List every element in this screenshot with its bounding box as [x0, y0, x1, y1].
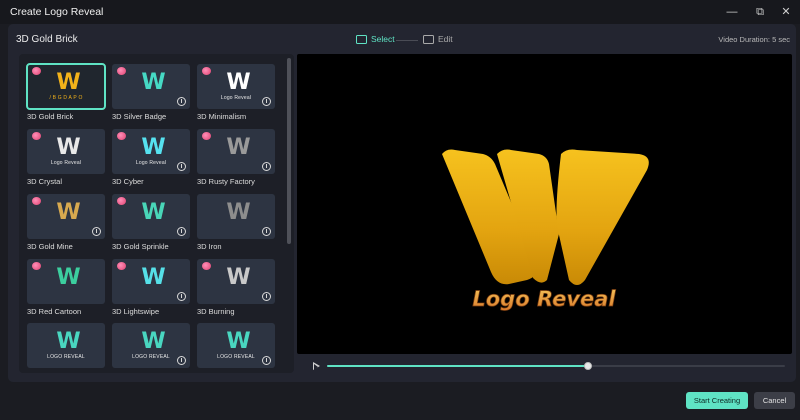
logo-reveal-text: Logo Reveal	[472, 287, 616, 311]
step-edit[interactable]: Edit	[423, 34, 453, 44]
download-icon[interactable]	[92, 227, 101, 236]
premium-gem-icon	[32, 67, 41, 75]
premium-gem-icon	[117, 67, 126, 75]
template-logo-icon: W	[226, 200, 250, 225]
template-tile[interactable]: W	[197, 129, 275, 174]
progress-thumb[interactable]	[584, 362, 593, 370]
premium-gem-icon	[32, 262, 41, 270]
step-connector	[396, 40, 418, 41]
logo-reveal-graphic: Logo Reveal	[442, 149, 649, 311]
template-tile[interactable]: W	[197, 259, 275, 304]
template-logo-icon: W	[141, 200, 165, 225]
restore-icon[interactable]: ⧉	[752, 4, 768, 20]
template-name-label: 3D Minimalism	[197, 112, 247, 121]
template-logo-icon: W	[141, 329, 165, 354]
template-logo-icon: W	[226, 329, 250, 354]
template-logo-icon: W	[226, 135, 250, 160]
start-creating-button[interactable]: Start Creating	[686, 392, 748, 409]
premium-gem-icon	[32, 197, 41, 205]
download-icon[interactable]	[262, 227, 271, 236]
premium-gem-icon	[117, 197, 126, 205]
premium-gem-icon	[202, 132, 211, 140]
template-name-label: 3D Crystal	[27, 177, 63, 186]
template-logo-icon: W	[56, 70, 80, 95]
premium-gem-icon	[202, 262, 211, 270]
template-logo-icon: W	[141, 265, 165, 290]
template-tile[interactable]: W Logo Reveal	[27, 129, 105, 174]
premium-gem-icon	[117, 132, 126, 140]
template-tile[interactable]: W LOGO REVEAL	[197, 323, 275, 368]
template-tile[interactable]: W / B G D A P O	[26, 63, 106, 110]
template-tile[interactable]: W LOGO REVEAL	[27, 323, 105, 368]
template-tile[interactable]: W Logo Reveal	[197, 64, 275, 109]
close-icon[interactable]: ✕	[778, 4, 794, 20]
template-logo-icon: W	[226, 265, 250, 290]
template-logo-icon: W	[141, 70, 165, 95]
download-icon[interactable]	[262, 162, 271, 171]
template-tile[interactable]: W	[112, 64, 190, 109]
template-name-label: 3D Silver Badge	[112, 112, 167, 121]
template-tile[interactable]: W	[112, 194, 190, 239]
progress-fill	[327, 365, 589, 367]
template-logo-icon: W	[56, 329, 80, 354]
template-sub-text: / B G D A P O	[49, 95, 83, 101]
logo-stroke-right	[556, 149, 649, 285]
title-bar: Create Logo Reveal — ⧉ ✕	[0, 0, 800, 24]
template-tile[interactable]: W	[197, 194, 275, 239]
template-name-label: 3D Burning	[197, 307, 235, 316]
edit-step-icon	[423, 34, 434, 44]
template-sub-text: LOGO REVEAL	[47, 354, 85, 360]
template-name-label: 3D Cyber	[112, 177, 144, 186]
video-duration: Video Duration: 5 sec	[718, 35, 790, 44]
template-logo-icon: W	[226, 70, 250, 95]
download-icon[interactable]	[262, 97, 271, 106]
minimize-icon[interactable]: —	[724, 4, 740, 20]
template-tile[interactable]: W LOGO REVEAL	[112, 323, 190, 368]
template-name-label: 3D Gold Mine	[27, 242, 73, 251]
download-icon[interactable]	[262, 292, 271, 301]
template-tile[interactable]: W	[27, 194, 105, 239]
step-select[interactable]: Select	[356, 34, 395, 44]
progress-track[interactable]	[327, 362, 785, 370]
step-select-label: Select	[371, 34, 395, 44]
select-step-icon	[356, 34, 367, 44]
template-name-label: 3D Red Cartoon	[27, 307, 82, 316]
window-title: Create Logo Reveal	[10, 6, 104, 18]
template-tile[interactable]: W Logo Reveal	[112, 129, 190, 174]
video-preview: Logo Reveal	[297, 54, 792, 354]
template-name-label: 3D Gold Brick	[27, 112, 74, 121]
download-icon[interactable]	[177, 162, 186, 171]
play-icon-inner	[314, 363, 318, 370]
download-icon[interactable]	[177, 97, 186, 106]
template-name-label: 3D Rusty Factory	[197, 177, 255, 186]
template-tile[interactable]: W	[112, 259, 190, 304]
template-logo-icon: W	[56, 265, 80, 290]
premium-gem-icon	[202, 67, 211, 75]
template-logo-icon: W	[56, 135, 80, 160]
template-name-label: 3D Lightswipe	[112, 307, 160, 316]
template-sub-text: Logo Reveal	[50, 160, 82, 166]
gallery-scrollbar[interactable]	[287, 58, 291, 244]
download-icon[interactable]	[262, 356, 271, 365]
template-tile[interactable]: W	[27, 259, 105, 304]
template-logo-icon: W	[56, 200, 80, 225]
premium-gem-icon	[32, 132, 41, 140]
download-icon[interactable]	[177, 356, 186, 365]
selected-template-title: 3D Gold Brick	[16, 34, 78, 45]
template-logo-icon: W	[141, 135, 165, 160]
template-name-label: 3D Iron	[197, 242, 222, 251]
step-edit-label: Edit	[438, 34, 453, 44]
download-icon[interactable]	[177, 292, 186, 301]
template-name-label: 3D Gold Sprinkle	[112, 242, 169, 251]
cancel-button[interactable]: Cancel	[754, 392, 795, 409]
premium-gem-icon	[117, 262, 126, 270]
download-icon[interactable]	[177, 227, 186, 236]
